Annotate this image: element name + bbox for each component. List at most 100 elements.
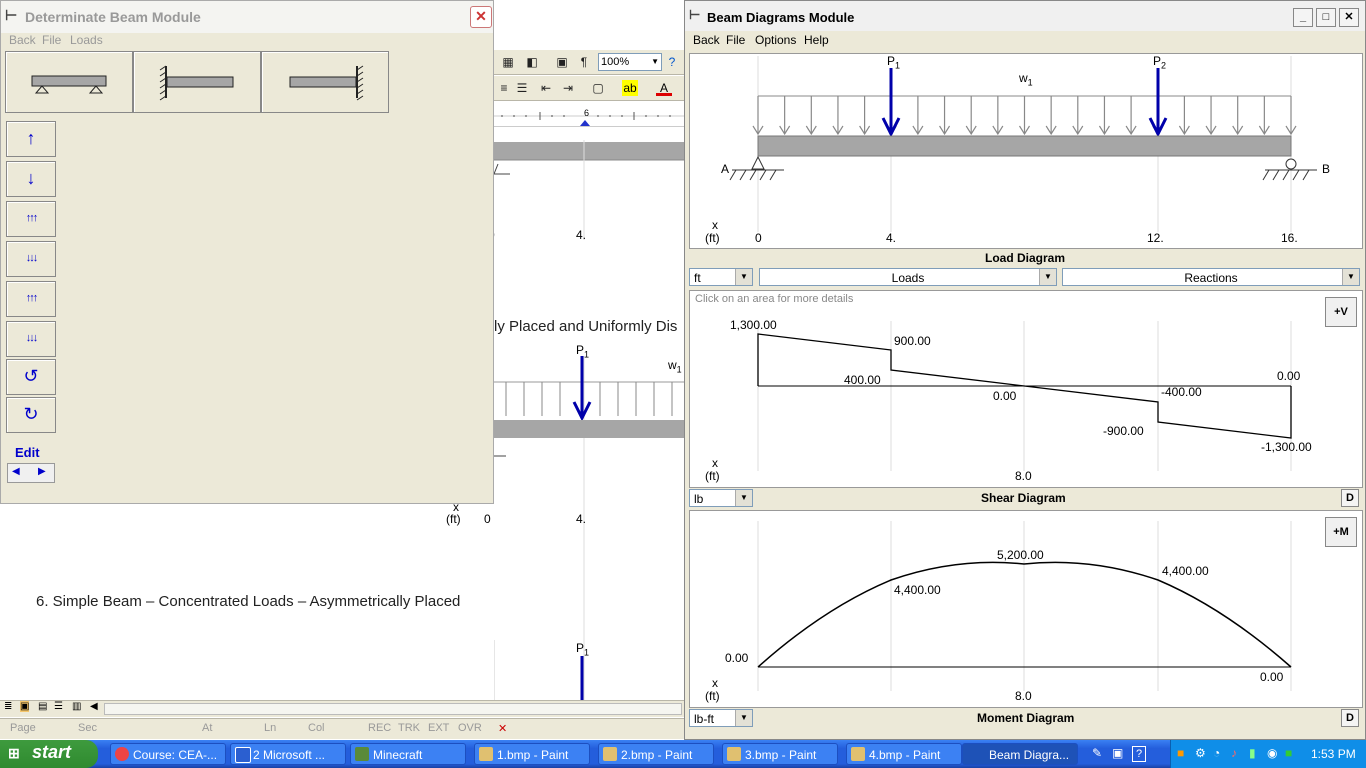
cantilever-right-button[interactable]: [261, 51, 389, 113]
reading-view-icon[interactable]: ▥: [72, 701, 81, 712]
task-label: Course: CEA-...: [133, 748, 218, 762]
window-icon[interactable]: ▣: [1112, 746, 1123, 760]
task-paint-4[interactable]: 4.bmp - Paint: [846, 743, 962, 765]
numbered-list-icon[interactable]: ≡: [496, 80, 512, 96]
shear-hint: Click on an area for more details: [695, 293, 854, 305]
force-unit-value: lb: [694, 492, 704, 506]
increase-indent-icon[interactable]: ⇥: [560, 80, 576, 96]
tool-icon[interactable]: ✎: [1092, 746, 1102, 760]
horizontal-scrollbar[interactable]: [104, 703, 682, 715]
menu-help[interactable]: Help: [804, 33, 829, 47]
simple-beam-button[interactable]: [5, 51, 133, 113]
moment-sign-button[interactable]: +M: [1325, 517, 1357, 547]
status-at: At: [202, 722, 213, 734]
moment-diagram-caption: Moment Diagram: [977, 711, 1075, 725]
start-button[interactable]: ⊞ start: [0, 740, 98, 768]
window-title: Beam Diagrams Module: [707, 10, 855, 25]
length-unit-select[interactable]: ft ▼: [689, 268, 753, 286]
tray-settings-icon[interactable]: ⚙: [1195, 746, 1206, 760]
menu-file[interactable]: File: [726, 33, 745, 47]
menu-loads[interactable]: Loads: [70, 33, 103, 47]
varying-down-icon: ↓↓↓: [25, 332, 38, 344]
close-button[interactable]: ✕: [470, 6, 492, 28]
point-load-down-button[interactable]: ↓: [6, 161, 56, 197]
reactions-select[interactable]: Reactions ▼: [1062, 268, 1360, 286]
outline-view-icon[interactable]: ☰: [54, 701, 63, 712]
network-icon[interactable]: ◔: [1213, 746, 1220, 760]
task-label: 2 Microsoft ...: [253, 748, 326, 762]
zoom-select[interactable]: 100% ▼: [598, 53, 662, 71]
chart-icon[interactable]: ◧: [524, 54, 540, 70]
word-format-toolbar: ≡ ☰ ⇤ ⇥ ▢ ab A: [494, 76, 684, 101]
chevron-down-icon: ▼: [1342, 269, 1359, 285]
loads-select[interactable]: Loads ▼: [759, 268, 1057, 286]
shear-value-neg400: -400.00: [1161, 385, 1202, 399]
shear-sign-button[interactable]: +V: [1325, 297, 1357, 327]
bg-tick-0: 0: [484, 512, 491, 526]
moment-detail-button[interactable]: D: [1341, 709, 1359, 727]
point-load-up-button[interactable]: ↑: [6, 121, 56, 157]
menu-file[interactable]: File: [42, 33, 61, 47]
font-color-icon[interactable]: A: [656, 80, 672, 96]
task-word[interactable]: 2 Microsoft ...: [230, 743, 346, 765]
menu-options[interactable]: Options: [755, 33, 796, 47]
uniform-load-down-button[interactable]: ↓↓↓: [6, 241, 56, 277]
force-unit-select[interactable]: lb ▼: [689, 489, 753, 507]
task-paint-2[interactable]: 2.bmp - Paint: [598, 743, 714, 765]
length-unit-value: ft: [694, 271, 701, 285]
varying-load-up-button[interactable]: ↑↑↑: [6, 281, 56, 317]
uniform-load-up-button[interactable]: ↑↑↑: [6, 201, 56, 237]
spelling-icon[interactable]: ✕: [498, 722, 507, 735]
shear-diagram: [757, 321, 1292, 471]
shear-x-mid: 8.0: [1015, 469, 1032, 483]
task-paint-3[interactable]: 3.bmp - Paint: [722, 743, 838, 765]
volume-icon[interactable]: ♪: [1231, 746, 1237, 760]
status-bar: Page Sec At Ln Col REC TRK EXT OVR ✕: [0, 718, 684, 739]
doc-map-icon[interactable]: ▣: [554, 54, 570, 70]
quick-launch: ✎ ▣ ?: [1090, 744, 1160, 764]
close-button[interactable]: ✕: [1339, 8, 1359, 27]
varying-load-down-button[interactable]: ↓↓↓: [6, 321, 56, 357]
scroll-left-icon[interactable]: ◀: [90, 701, 98, 712]
chevron-down-icon: ▼: [735, 490, 752, 506]
uniform-down-icon: ↓↓↓: [25, 252, 38, 264]
menu-back[interactable]: Back: [693, 33, 720, 47]
bullet-list-icon[interactable]: ☰: [514, 80, 530, 96]
tray-app-icon[interactable]: ■: [1177, 746, 1184, 760]
tray-green-icon[interactable]: ■: [1285, 746, 1292, 760]
task-course[interactable]: Course: CEA-...: [110, 743, 226, 765]
normal-view-icon[interactable]: ≣: [4, 701, 12, 712]
cantilever-left-button[interactable]: [133, 51, 261, 113]
moment-unit-select[interactable]: lb-ft ▼: [689, 709, 753, 727]
moment-ccw-button[interactable]: ↺: [6, 359, 56, 395]
help-icon[interactable]: ?: [1132, 746, 1146, 762]
moment-cw-button[interactable]: ↻: [6, 397, 56, 433]
borders-icon[interactable]: ▢: [590, 80, 606, 96]
status-sec: Sec: [78, 722, 97, 734]
arrow-up-icon: ↑: [26, 128, 36, 148]
highlight-icon[interactable]: ab: [622, 80, 638, 96]
web-view-icon[interactable]: ▣: [20, 701, 30, 712]
tray-misc-icon[interactable]: ◉: [1267, 746, 1277, 760]
print-view-icon[interactable]: ▤: [38, 701, 47, 712]
moment-sign-label: +M: [1333, 526, 1349, 538]
task-paint-1[interactable]: 1.bmp - Paint: [474, 743, 590, 765]
table-icon[interactable]: ▦: [500, 54, 516, 70]
help-icon[interactable]: ?: [664, 54, 680, 70]
chevron-left-icon[interactable]: ◀: [12, 466, 20, 477]
battery-icon[interactable]: ▮: [1249, 746, 1256, 760]
moment-detail-label: D: [1346, 712, 1354, 724]
task-beam-diagrams[interactable]: Beam Diagra...: [962, 743, 1078, 765]
edit-scroller[interactable]: ◀ ▶: [7, 463, 55, 483]
menu-back[interactable]: Back: [9, 33, 36, 47]
chevron-down-icon: ▼: [735, 269, 752, 285]
shear-detail-button[interactable]: D: [1341, 489, 1359, 507]
task-label: 1.bmp - Paint: [497, 748, 569, 762]
decrease-indent-icon[interactable]: ⇤: [538, 80, 554, 96]
load-x-label: x: [712, 218, 718, 232]
pilcrow-icon[interactable]: ¶: [576, 54, 592, 70]
maximize-button[interactable]: □: [1316, 8, 1336, 27]
task-minecraft[interactable]: Minecraft: [350, 743, 466, 765]
minimize-button[interactable]: _: [1293, 8, 1313, 27]
chevron-right-icon[interactable]: ▶: [38, 466, 46, 477]
